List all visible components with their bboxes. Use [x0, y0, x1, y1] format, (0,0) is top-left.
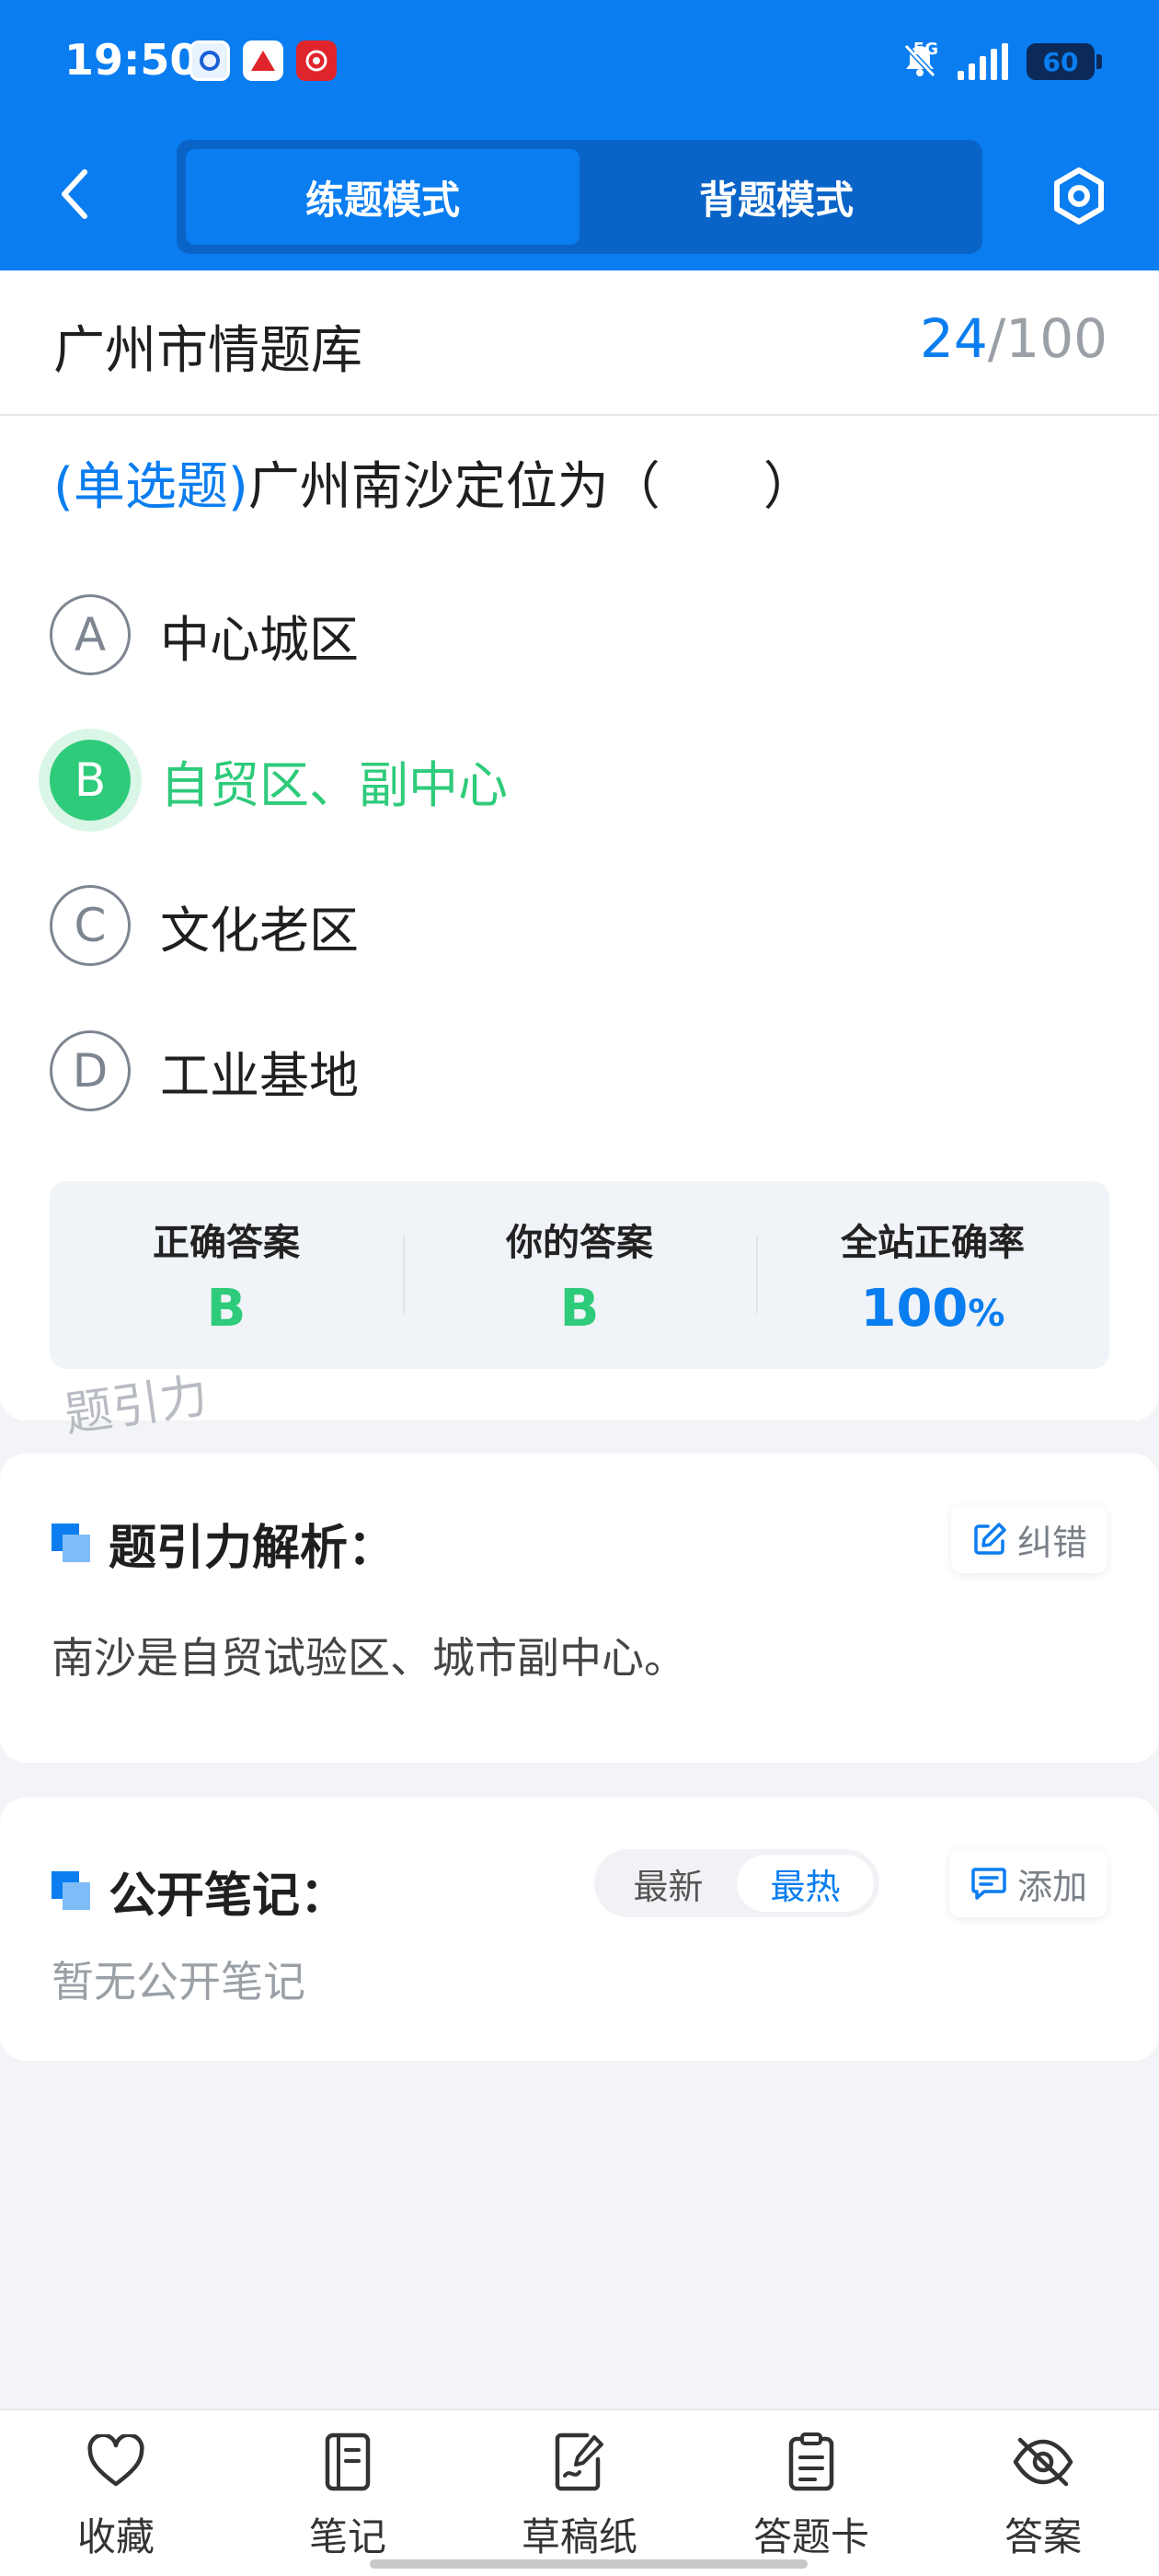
cell-signal: 5G — [913, 40, 1008, 80]
option-text: 文化老区 — [160, 901, 359, 960]
favorite-label: 收藏 — [76, 2514, 155, 2559]
notification-icons — [189, 40, 337, 81]
your-answer-stat: 你的答案 B — [403, 1181, 756, 1369]
option-letter: A — [50, 594, 131, 675]
notes-empty-text: 暂无公开笔记 — [52, 1957, 305, 2007]
home-indicator[interactable] — [370, 2559, 808, 2569]
watermark: 题引力 — [61, 1368, 212, 1443]
report-error-label: 纠错 — [1016, 1522, 1087, 1563]
draft-paper-label: 草稿纸 — [521, 2514, 637, 2559]
option-c[interactable]: C 文化老区 — [50, 880, 359, 972]
add-note-button[interactable]: 添加 — [948, 1849, 1107, 1917]
site-accuracy-stat: 全站正确率 100% — [756, 1181, 1109, 1369]
progress-total: /100 — [987, 307, 1107, 370]
app-notification-icon — [243, 40, 283, 81]
notes-button[interactable]: 笔记 — [256, 2429, 440, 2562]
progress-current: 24 — [919, 307, 988, 370]
analysis-title: 题引力解析： — [109, 1521, 396, 1576]
notes-header: 公开笔记： — [52, 1857, 348, 1926]
heart-icon — [83, 2429, 149, 2495]
notes-sort-toggle: 最新 最热 — [594, 1849, 879, 1917]
correct-answer-label: 正确答案 — [153, 1221, 300, 1264]
site-accuracy-unit: % — [968, 1292, 1005, 1335]
app-notification-icon — [296, 40, 337, 81]
hexagon-settings-icon — [1054, 167, 1104, 224]
battery-indicator: 60 — [1027, 43, 1102, 80]
favorite-button[interactable]: 收藏 — [24, 2429, 208, 2562]
question-stem: (单选题)广州南沙定位为（ ） — [53, 445, 815, 520]
question-card: 广州市情题库 24/100 (单选题)广州南沙定位为（ ） A 中心城区 B 自… — [0, 270, 1159, 1443]
site-accuracy-label: 全站正确率 — [841, 1221, 1025, 1264]
bottom-toolbar: 收藏 笔记 草稿纸 答题卡 答案 — [0, 2409, 1159, 2576]
section-squares-icon — [52, 1523, 92, 1564]
network-type: 5G — [912, 40, 938, 59]
show-answer-label: 答案 — [1004, 2514, 1082, 2559]
sort-hottest[interactable]: 最热 — [737, 1855, 874, 1912]
eye-off-icon — [1010, 2429, 1076, 2495]
screen: 19:50 5G 60 练题模式 背题模式 广州市情题库 24/100 (单选题… — [0, 0, 1159, 2576]
report-error-button[interactable]: 纠错 — [950, 1505, 1107, 1573]
edit-icon — [974, 1523, 1006, 1555]
back-button[interactable] — [48, 162, 103, 226]
option-letter: B — [50, 740, 131, 821]
app-notification-icon — [189, 40, 230, 81]
option-text: 自贸区、副中心 — [160, 755, 508, 814]
tab-memorize-mode[interactable]: 背题模式 — [580, 149, 973, 245]
status-time: 19:50 — [64, 35, 200, 85]
notes-label: 笔记 — [308, 2514, 386, 2559]
correct-answer-value: B — [206, 1278, 247, 1339]
question-progress: 24/100 — [920, 307, 1107, 370]
add-note-label: 添加 — [1016, 1866, 1087, 1907]
tab-practice-mode[interactable]: 练题模式 — [186, 149, 580, 245]
option-letter: D — [50, 1030, 131, 1111]
settings-button[interactable] — [1047, 164, 1111, 228]
status-right: 5G 60 — [901, 40, 1102, 83]
option-text: 工业基地 — [160, 1046, 359, 1105]
mode-switch: 练题模式 背题模式 — [177, 140, 982, 254]
option-a[interactable]: A 中心城区 — [50, 589, 359, 681]
question-type-label: (单选题) — [53, 457, 248, 517]
public-notes-card: 公开笔记： 最新 最热 添加 暂无公开笔记 — [0, 1798, 1159, 2061]
comment-icon — [971, 1868, 1006, 1900]
option-letter: C — [50, 885, 131, 966]
header: 19:50 5G 60 练题模式 背题模式 — [0, 0, 1159, 270]
site-accuracy-number: 100 — [860, 1278, 969, 1339]
signal-bars-icon — [958, 43, 1008, 80]
section-squares-icon — [52, 1870, 92, 1912]
notes-title: 公开笔记： — [109, 1869, 349, 1924]
draft-paper-icon — [546, 2429, 613, 2495]
option-text: 中心城区 — [160, 610, 359, 669]
correct-answer-stat: 正确答案 B — [50, 1181, 403, 1369]
sort-newest[interactable]: 最新 — [600, 1855, 737, 1912]
question-text: 广州南沙定位为（ ） — [247, 457, 815, 517]
analysis-text: 南沙是自贸试验区、城市副中心。 — [52, 1633, 686, 1683]
question-bank-row: 广州市情题库 24/100 — [0, 270, 1159, 416]
option-b[interactable]: B 自贸区、副中心 — [50, 734, 508, 826]
answer-card-label: 答题卡 — [752, 2514, 869, 2559]
chevron-left-icon — [62, 169, 87, 219]
analysis-header: 题引力解析： — [52, 1509, 396, 1578]
answer-stats: 正确答案 B 你的答案 B 全站正确率 100% — [50, 1181, 1109, 1369]
analysis-card: 题引力解析： 纠错 南沙是自贸试验区、城市副中心。 — [0, 1454, 1159, 1763]
notebook-icon — [315, 2429, 381, 2495]
status-bar: 19:50 5G 60 — [0, 0, 1159, 125]
draft-paper-button[interactable]: 草稿纸 — [488, 2429, 671, 2562]
answer-card-icon — [778, 2429, 844, 2495]
show-answer-button[interactable]: 答案 — [951, 2429, 1135, 2562]
your-answer-label: 你的答案 — [506, 1221, 653, 1264]
site-accuracy-value: 100% — [861, 1279, 1005, 1339]
your-answer-value: B — [559, 1278, 600, 1339]
option-d[interactable]: D 工业基地 — [50, 1025, 359, 1117]
answer-card-button[interactable]: 答题卡 — [719, 2429, 903, 2562]
question-bank-title: 广州市情题库 — [53, 321, 362, 381]
